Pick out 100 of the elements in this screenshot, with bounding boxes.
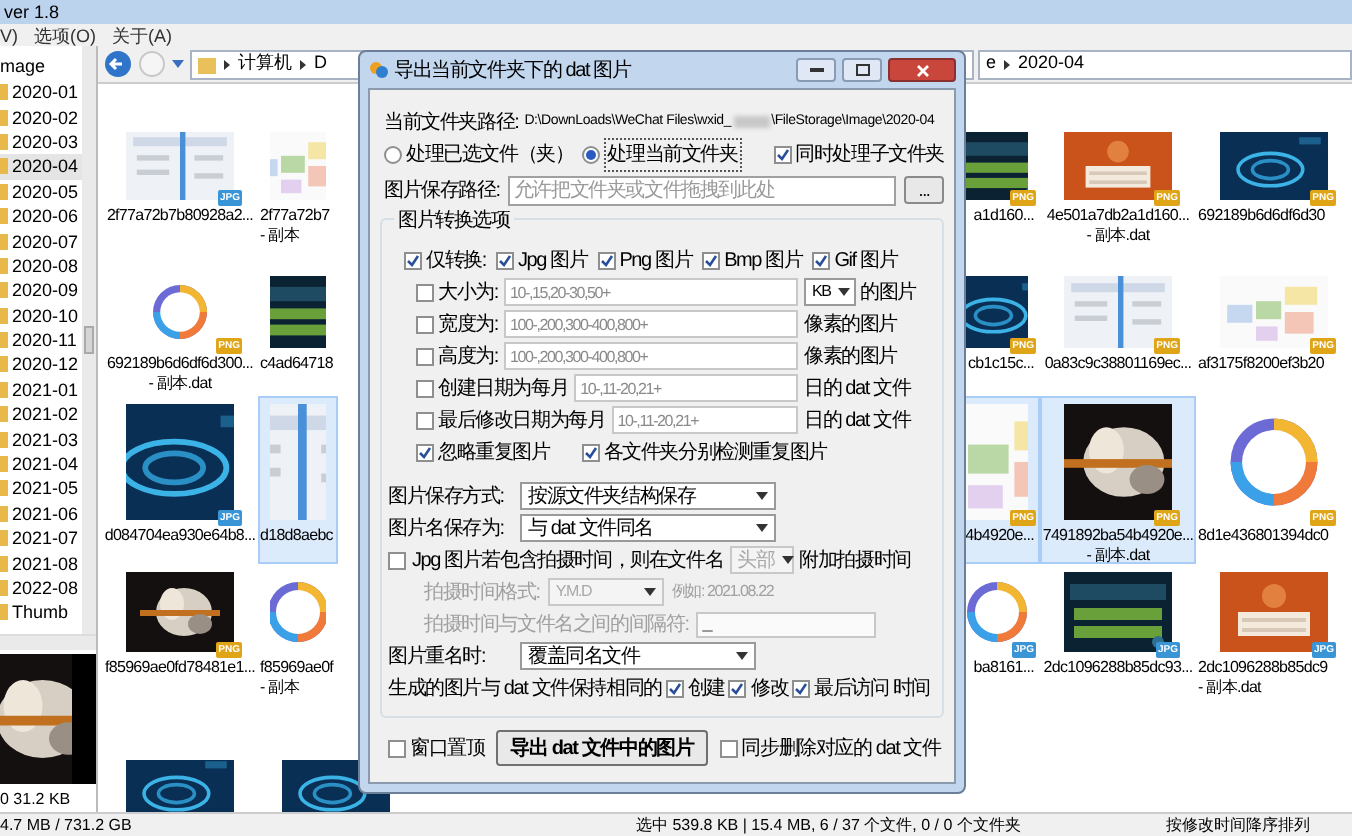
caret-icon <box>643 588 656 596</box>
scrollbar[interactable] <box>0 634 96 650</box>
tree-item[interactable]: 2020-09 <box>0 278 82 304</box>
filter-field[interactable]: 10-,11-20,21+ <box>611 406 798 434</box>
tree-item[interactable]: 2020-11 <box>0 327 82 353</box>
file-name: 2f77a72b7b80928a2... <box>106 206 254 226</box>
file-name: - 副本.dat <box>1086 226 1150 246</box>
filter-field[interactable]: 100-,200,300-400,800+ <box>503 310 798 338</box>
tree-item[interactable]: 2020-06 <box>0 203 82 229</box>
browse-button[interactable]: ... <box>904 176 944 204</box>
address-bar[interactable]: e 2020-04 <box>978 49 1352 79</box>
minimize-icon <box>809 68 823 72</box>
checkbox[interactable] <box>404 251 422 269</box>
menu-item[interactable]: 选项(O) <box>34 25 96 45</box>
menu-item[interactable]: 关于(A) <box>112 25 172 45</box>
file-tile[interactable]: f85969ae0f - 副本 <box>258 564 338 752</box>
tree-item[interactable]: 2020-12 <box>0 352 82 378</box>
radio-label: 处理当前文件夹 <box>603 137 742 171</box>
export-button[interactable]: 导出 dat 文件中的图片 <box>496 730 708 766</box>
tree-item[interactable]: 2020-05 <box>0 179 82 204</box>
tree-item[interactable]: 2022-08 <box>0 575 82 601</box>
file-tile[interactable]: d18d8aebc <box>258 396 338 564</box>
caret-icon <box>838 288 851 296</box>
dropdown[interactable]: 与 dat 文件同名 <box>520 514 776 542</box>
caret-icon <box>736 652 748 660</box>
filter-field[interactable]: 10-,15,20-30,50+ <box>503 278 798 306</box>
unit-dropdown[interactable]: KB <box>804 278 856 306</box>
checkbox[interactable] <box>728 679 747 697</box>
save-path-field[interactable]: 允许把文件夹或文件拖拽到此处 <box>507 175 896 205</box>
checkbox[interactable] <box>416 347 434 365</box>
dropdown[interactable]: 按源文件夹结构保存 <box>520 482 776 510</box>
dropdown[interactable]: 覆盖同名文件 <box>520 642 756 670</box>
checkbox-label: 忽略重复图片 <box>438 439 550 467</box>
checkbox[interactable] <box>388 739 406 757</box>
checkbox[interactable] <box>416 443 434 461</box>
file-name: d18d8aebc <box>260 526 333 546</box>
file-name: af3175f8200ef3b20 <box>1198 354 1325 374</box>
tree-item[interactable]: 2020-02 <box>0 104 82 130</box>
checkbox[interactable] <box>581 443 600 461</box>
checkbox[interactable] <box>792 679 811 697</box>
checkbox[interactable] <box>416 283 434 301</box>
breadcrumb[interactable]: 计算机 <box>238 50 292 78</box>
tree-item[interactable]: Thumb <box>0 600 82 626</box>
tree-item[interactable]: 2021-02 <box>0 402 82 427</box>
filter-field[interactable]: 10-,11-20,21+ <box>574 374 798 402</box>
tree-item[interactable]: 2020-08 <box>0 253 82 279</box>
tree-item[interactable]: 2020-03 <box>0 129 82 155</box>
tree-item[interactable]: 2020-07 <box>0 228 82 254</box>
close-button[interactable] <box>888 58 956 82</box>
tree-item[interactable]: 2021-03 <box>0 426 82 452</box>
radio-button[interactable] <box>384 145 402 163</box>
file-tile[interactable]: c4ad64718 <box>258 268 338 396</box>
menu-item[interactable]: V) <box>0 25 18 45</box>
back-button[interactable] <box>104 50 132 78</box>
checkbox[interactable] <box>416 411 434 429</box>
tree-item[interactable]: 2021-04 <box>0 451 82 477</box>
checkbox[interactable] <box>495 251 514 269</box>
checkbox[interactable] <box>665 679 684 697</box>
maximize-button[interactable] <box>842 58 882 82</box>
checkbox[interactable] <box>702 251 721 269</box>
checkbox-label: 同时处理子文件夹 <box>795 141 944 169</box>
window-title: ver 1.8 <box>4 2 60 22</box>
field-label: 图片重名时: <box>388 643 488 671</box>
caret-icon <box>756 492 768 500</box>
checkbox[interactable] <box>773 145 792 163</box>
tree-item[interactable]: 2021-06 <box>0 501 82 527</box>
checkbox[interactable] <box>597 251 616 269</box>
tree-item[interactable]: 2021-08 <box>0 550 82 576</box>
breadcrumb[interactable]: e <box>986 50 997 78</box>
tree-header: mage <box>0 54 48 80</box>
dialog-title: 导出当前文件夹下的 dat 图片 <box>394 57 634 85</box>
tree-item[interactable]: 2020-01 <box>0 80 82 105</box>
radio-button[interactable] <box>581 145 600 163</box>
app-icon <box>368 60 388 80</box>
file-name: 692189b6d6df6d30 <box>1198 206 1325 226</box>
checkbox[interactable] <box>719 739 738 757</box>
minimize-button[interactable] <box>796 58 836 82</box>
file-tile[interactable]: 2f77a72b7 - 副本 <box>258 124 338 268</box>
tree-item[interactable]: 2020-04 <box>0 154 82 180</box>
filter-suffix: 像素的图片 <box>804 311 898 339</box>
filter-field[interactable]: 100-,200,300-400,800+ <box>503 342 798 370</box>
sort-info: 按修改时间降序排列 <box>1166 813 1310 836</box>
tree-item[interactable]: 2021-05 <box>0 476 82 502</box>
breadcrumb[interactable]: D <box>314 50 327 78</box>
redacted-text <box>733 116 770 128</box>
file-name: 7491892ba54b4920e... <box>1042 526 1194 546</box>
checkbox[interactable] <box>812 251 831 269</box>
checkbox[interactable] <box>388 551 406 569</box>
scrollbar[interactable] <box>82 46 96 635</box>
checkbox[interactable] <box>416 315 434 333</box>
file-name: 4e501a7db2a1d160... <box>1046 206 1190 226</box>
tree-item[interactable]: 2020-10 <box>0 303 82 328</box>
tree-item[interactable]: 2021-07 <box>0 526 82 551</box>
file-name: f85969ae0f <box>260 658 334 678</box>
checkbox[interactable] <box>416 379 434 397</box>
breadcrumb[interactable]: 2020-04 <box>1018 50 1085 78</box>
dropdown-arrow-icon[interactable] <box>172 60 184 68</box>
tree-item[interactable]: 2021-01 <box>0 377 82 403</box>
disk-usage: 4.7 MB / 731.2 GB <box>0 813 134 836</box>
checkbox-label: 最后修改日期为每月 <box>438 407 606 435</box>
